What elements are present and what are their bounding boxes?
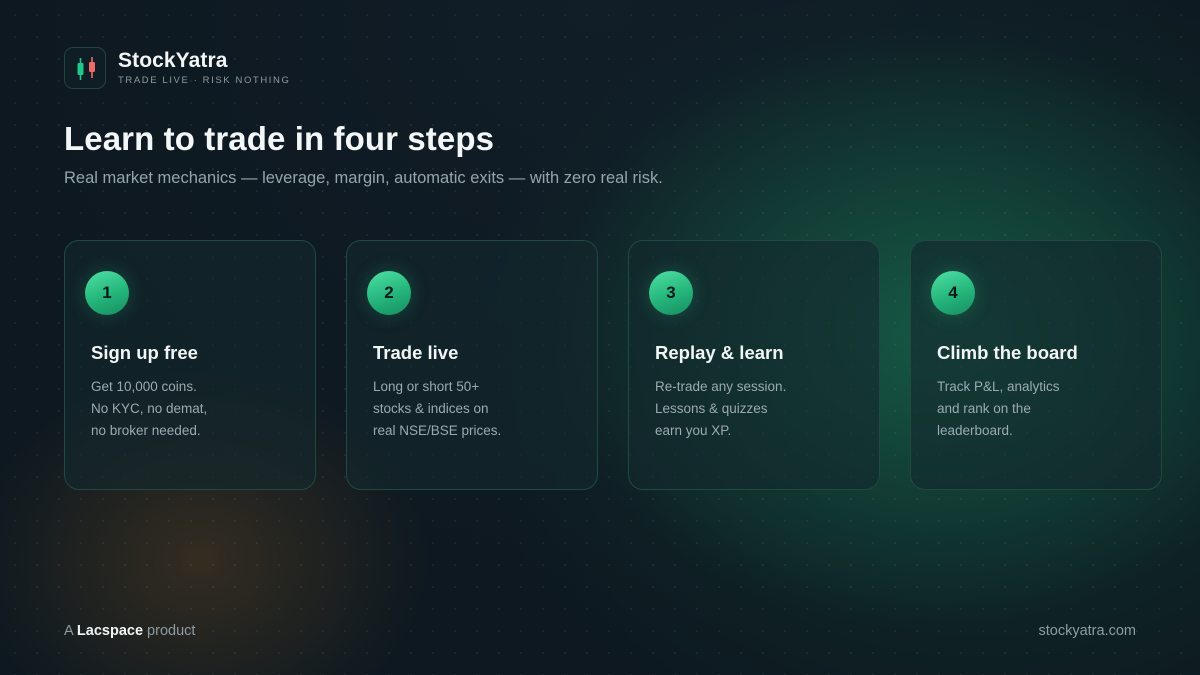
step-description-line: stocks & indices on	[373, 401, 489, 416]
company-name[interactable]: Lacspace	[77, 623, 143, 639]
page-title: Learn to trade in four steps	[64, 120, 495, 157]
step-description: Track P&L, analytics and rank on the lea…	[937, 376, 1060, 442]
step-number-badge: 4	[931, 271, 975, 315]
step-description-line: Re-trade any session.	[655, 379, 787, 394]
step-description-line: real NSE/BSE prices.	[373, 423, 502, 438]
step-card-3: 3 Replay & learn Re-trade any session. L…	[628, 240, 880, 490]
footer-prefix: A	[64, 623, 73, 639]
step-description-line: Long or short 50+	[373, 379, 480, 394]
step-number-badge: 3	[649, 271, 693, 315]
footer-credit: A Lacspace product	[64, 623, 195, 639]
step-description-line: Lessons & quizzes	[655, 401, 768, 416]
step-description-line: no broker needed.	[91, 423, 201, 438]
brand-header[interactable]: StockYatra TRADE LIVE · RISK NOTHING	[64, 47, 291, 89]
step-number-badge: 1	[85, 271, 129, 315]
step-title: Sign up free	[91, 342, 198, 363]
step-description-line: Track P&L, analytics	[937, 379, 1060, 394]
steps-row: 1 Sign up free Get 10,000 coins. No KYC,…	[64, 240, 1162, 490]
step-card-2: 2 Trade live Long or short 50+ stocks & …	[346, 240, 598, 490]
step-card-4: 4 Climb the board Track P&L, analytics a…	[910, 240, 1162, 490]
step-description-line: Get 10,000 coins.	[91, 379, 197, 394]
step-title: Climb the board	[937, 342, 1078, 363]
step-description-line: No KYC, no demat,	[91, 401, 208, 416]
step-description-line: and rank on the	[937, 401, 1031, 416]
page-subtitle: Real market mechanics — leverage, margin…	[64, 169, 663, 187]
candlestick-icon	[64, 47, 106, 89]
step-description: Re-trade any session. Lessons & quizzes …	[655, 376, 786, 442]
step-description: Get 10,000 coins. No KYC, no demat, no b…	[91, 376, 207, 442]
step-title: Trade live	[373, 342, 459, 363]
step-card-1: 1 Sign up free Get 10,000 coins. No KYC,…	[64, 240, 316, 490]
site-url-link[interactable]: stockyatra.com	[1039, 623, 1137, 639]
step-number-badge: 2	[367, 271, 411, 315]
step-description-line: earn you XP.	[655, 423, 732, 438]
step-title: Replay & learn	[655, 342, 784, 363]
brand-name: StockYatra	[118, 49, 228, 72]
step-description-line: leaderboard.	[937, 423, 1013, 438]
footer-suffix: product	[147, 623, 196, 639]
brand-tagline: TRADE LIVE · RISK NOTHING	[118, 75, 291, 86]
step-description: Long or short 50+ stocks & indices on re…	[373, 376, 501, 442]
